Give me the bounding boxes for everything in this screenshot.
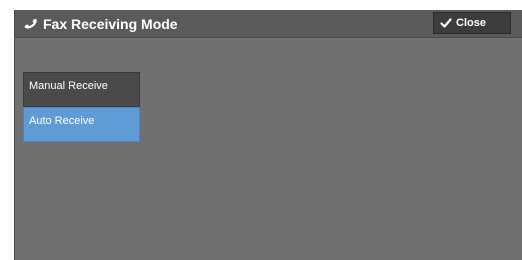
header-bar: Fax Receiving Mode Close [15, 10, 522, 38]
auto-receive-option[interactable]: Auto Receive [23, 107, 140, 142]
checkmark-icon [440, 18, 452, 28]
manual-receive-option[interactable]: Manual Receive [23, 72, 140, 107]
page-title: Fax Receiving Mode [43, 16, 178, 32]
auto-receive-label: Auto Receive [29, 115, 95, 127]
close-button-label: Close [456, 17, 486, 29]
fax-receiving-mode-panel: Fax Receiving Mode Close Manual Receive … [14, 10, 522, 260]
phone-handset-icon [24, 18, 37, 29]
close-button[interactable]: Close [433, 12, 511, 34]
manual-receive-label: Manual Receive [29, 80, 108, 92]
